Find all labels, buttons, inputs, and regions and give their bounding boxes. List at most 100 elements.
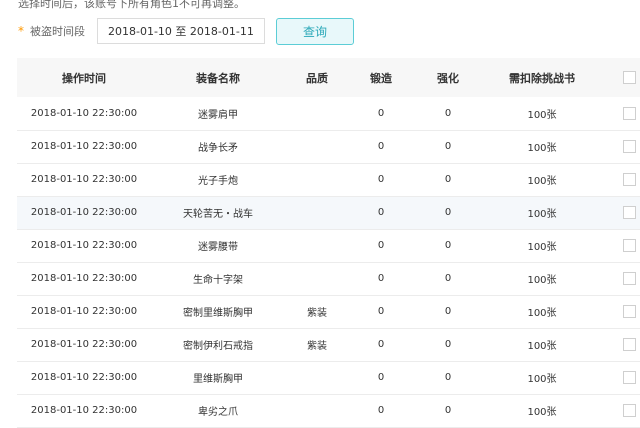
- cell-select: [601, 361, 640, 395]
- cell-name: 战争长矛: [151, 130, 285, 164]
- cell-forge: 0: [349, 229, 413, 263]
- date-range-input[interactable]: 2018-01-10 至 2018-01-11: [97, 18, 265, 44]
- required-mark: *: [18, 24, 24, 38]
- cell-enhance: 0: [413, 361, 483, 395]
- cell-name: 光子手炮: [151, 163, 285, 197]
- row-checkbox[interactable]: [622, 173, 636, 186]
- cell-quality: [285, 130, 349, 164]
- table-row: 2018-01-10 22:30:00 战争长矛 0 0 100张: [17, 130, 640, 164]
- cell-forge: 0: [349, 394, 413, 428]
- cell-enhance: 0: [413, 295, 483, 329]
- cell-cost: 100张: [483, 295, 601, 329]
- cell-cost: 100张: [483, 394, 601, 428]
- cell-cost: 100张: [483, 229, 601, 263]
- cell-time: 2018-01-10 22:30:00: [17, 328, 151, 362]
- cell-name: 迷雾肩甲: [151, 97, 285, 131]
- table-header-row: 操作时间 装备名称 品质 锻造 强化 需扣除挑战书: [17, 58, 640, 97]
- records-table: 操作时间 装备名称 品质 锻造 强化 需扣除挑战书 2018-01-10 22:…: [17, 58, 640, 428]
- cell-select: [601, 295, 640, 329]
- cell-quality: 紫装: [285, 328, 349, 362]
- cell-time: 2018-01-10 22:30:00: [17, 163, 151, 197]
- row-checkbox[interactable]: [622, 404, 636, 417]
- cell-quality: [285, 262, 349, 296]
- cell-enhance: 0: [413, 394, 483, 428]
- cell-forge: 0: [349, 295, 413, 329]
- cell-select: [601, 394, 640, 428]
- cell-time: 2018-01-10 22:30:00: [17, 130, 151, 164]
- cell-cost: 100张: [483, 361, 601, 395]
- cell-quality: 紫装: [285, 295, 349, 329]
- table-row: 2018-01-10 22:30:00 生命十字架 0 0 100张: [17, 262, 640, 296]
- row-checkbox[interactable]: [622, 305, 636, 318]
- cell-enhance: 0: [413, 97, 483, 131]
- table-row: 2018-01-10 22:30:00 迷雾腰带 0 0 100张: [17, 229, 640, 263]
- cell-name: 密制伊利石戒指: [151, 328, 285, 362]
- cell-forge: 0: [349, 163, 413, 197]
- cell-select: [601, 262, 640, 296]
- table-row: 2018-01-10 22:30:00 光子手炮 0 0 100张: [17, 163, 640, 197]
- cell-time: 2018-01-10 22:30:00: [17, 394, 151, 428]
- cell-forge: 0: [349, 262, 413, 296]
- row-checkbox[interactable]: [622, 239, 636, 252]
- cell-forge: 0: [349, 196, 413, 230]
- cell-forge: 0: [349, 328, 413, 362]
- cell-time: 2018-01-10 22:30:00: [17, 262, 151, 296]
- row-checkbox[interactable]: [622, 106, 636, 120]
- cell-quality: [285, 229, 349, 263]
- cell-forge: 0: [349, 130, 413, 164]
- cell-enhance: 0: [413, 196, 483, 230]
- cell-forge: 0: [349, 97, 413, 131]
- cell-name: 里维斯胸甲: [151, 361, 285, 395]
- cell-cost: 100张: [483, 97, 601, 131]
- row-checkbox[interactable]: [622, 272, 636, 285]
- row-checkbox[interactable]: [622, 338, 636, 351]
- col-header-select: [601, 58, 640, 97]
- cell-time: 2018-01-10 22:30:00: [17, 196, 151, 230]
- table-row: 2018-01-10 22:30:00 迷雾肩甲 0 0 100张: [17, 97, 640, 131]
- cell-cost: 100张: [483, 196, 601, 230]
- cell-cost: 100张: [483, 130, 601, 164]
- col-header-time: 操作时间: [17, 58, 151, 97]
- table-row: 2018-01-10 22:30:00 密制伊利石戒指 紫装 0 0 100张: [17, 328, 640, 362]
- top-note: 选择时间后，该账号下所有角色1不可再调整。: [18, 0, 245, 10]
- cell-quality: [285, 394, 349, 428]
- cell-enhance: 0: [413, 328, 483, 362]
- cell-cost: 100张: [483, 328, 601, 362]
- row-checkbox[interactable]: [622, 206, 636, 219]
- table-row: 2018-01-10 22:30:00 密制里维斯胸甲 紫装 0 0 100张: [17, 295, 640, 329]
- cell-cost: 100张: [483, 163, 601, 197]
- cell-name: 迷雾腰带: [151, 229, 285, 263]
- query-button[interactable]: 查询: [276, 17, 354, 45]
- cell-select: [601, 328, 640, 362]
- cell-time: 2018-01-10 22:30:00: [17, 97, 151, 131]
- cell-time: 2018-01-10 22:30:00: [17, 229, 151, 263]
- cell-quality: [285, 196, 349, 230]
- cell-name: 密制里维斯胸甲: [151, 295, 285, 329]
- cell-forge: 0: [349, 361, 413, 395]
- cell-time: 2018-01-10 22:30:00: [17, 295, 151, 329]
- table-row: 2018-01-10 22:30:00 天轮苦无・战车 0 0 100张: [17, 196, 640, 230]
- cell-enhance: 0: [413, 163, 483, 197]
- cell-enhance: 0: [413, 229, 483, 263]
- cell-name: 天轮苦无・战车: [151, 196, 285, 230]
- cell-time: 2018-01-10 22:30:00: [17, 361, 151, 395]
- table-row: 2018-01-10 22:30:00 里维斯胸甲 0 0 100张: [17, 361, 640, 395]
- cell-select: [601, 163, 640, 197]
- cell-quality: [285, 97, 349, 131]
- row-checkbox[interactable]: [622, 140, 636, 153]
- select-all-checkbox[interactable]: [622, 71, 636, 85]
- cell-select: [601, 229, 640, 263]
- cell-name: 生命十字架: [151, 262, 285, 296]
- col-header-name: 装备名称: [151, 58, 285, 97]
- cell-quality: [285, 163, 349, 197]
- table-row: 2018-01-10 22:30:00 卑劣之爪 0 0 100张: [17, 394, 640, 428]
- cell-select: [601, 130, 640, 164]
- cell-enhance: 0: [413, 130, 483, 164]
- col-header-forge: 锻造: [349, 58, 413, 97]
- cell-cost: 100张: [483, 262, 601, 296]
- cell-select: [601, 196, 640, 230]
- col-header-enhance: 强化: [413, 58, 483, 97]
- row-checkbox[interactable]: [622, 371, 636, 384]
- cell-quality: [285, 361, 349, 395]
- col-header-cost: 需扣除挑战书: [483, 58, 601, 97]
